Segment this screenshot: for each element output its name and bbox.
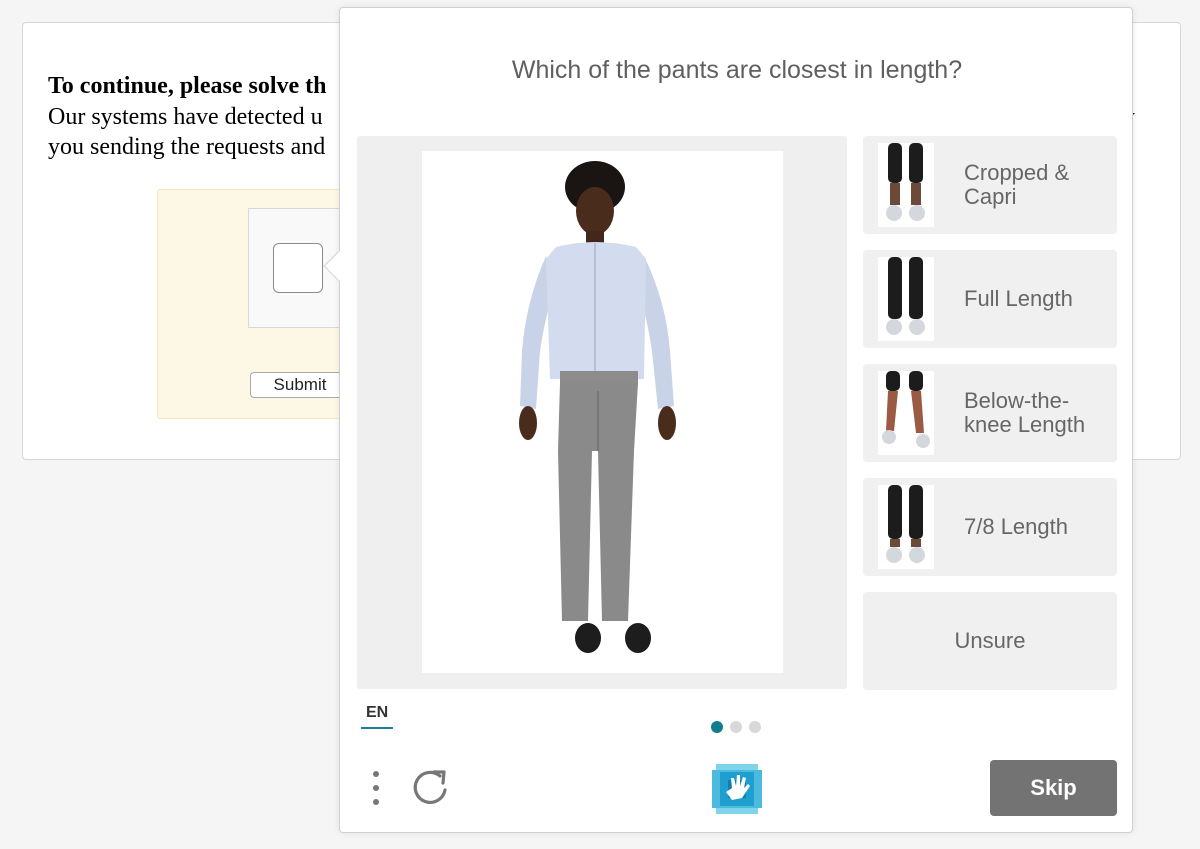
answer-option-seven-eighths-length[interactable]: 7/8 Length [863, 478, 1117, 576]
option-label: 7/8 Length [964, 514, 1068, 539]
submit-button[interactable]: Submit [250, 372, 350, 398]
option-thumbnail-below-knee [878, 371, 934, 455]
option-label: Below-the-knee Length [964, 388, 1086, 437]
option-thumbnail-seven-eighths [878, 485, 934, 569]
pagination-dot [730, 721, 742, 733]
language-selector[interactable]: EN [364, 704, 390, 722]
captcha-checkbox[interactable] [273, 243, 323, 293]
page-message-line-2: you sending the requests and [48, 134, 326, 160]
standing-man-illustration [519, 161, 676, 653]
captcha-challenge-popup: Which of the pants are closest in length… [323, 7, 1133, 833]
answer-option-cropped-capri[interactable]: Cropped & Capri [863, 136, 1117, 234]
answer-option-unsure[interactable]: Unsure [863, 592, 1117, 690]
refresh-icon[interactable] [410, 766, 452, 808]
page-heading: To continue, please solve th [48, 73, 327, 99]
page-message-line-1: Our systems have detected u [48, 104, 323, 130]
hand-logo-icon [710, 762, 764, 816]
person-image [422, 151, 783, 673]
pagination-dot [749, 721, 761, 733]
option-thumbnail-cropped [878, 143, 934, 227]
answer-option-below-the-knee[interactable]: Below-the-knee Length [863, 364, 1117, 462]
option-label: Full Length [964, 286, 1073, 311]
challenge-prompt: Which of the pants are closest in length… [511, 56, 963, 84]
challenge-image-panel [357, 136, 847, 689]
pagination-dot-active [711, 721, 723, 733]
option-label: Cropped & Capri [964, 160, 1070, 209]
answer-option-full-length[interactable]: Full Length [863, 250, 1117, 348]
vertical-dots-icon[interactable] [364, 768, 388, 808]
option-label: Unsure [954, 628, 1026, 653]
language-underline [361, 727, 393, 729]
option-thumbnail-full-length [878, 257, 934, 341]
skip-button[interactable]: Skip [990, 760, 1117, 816]
